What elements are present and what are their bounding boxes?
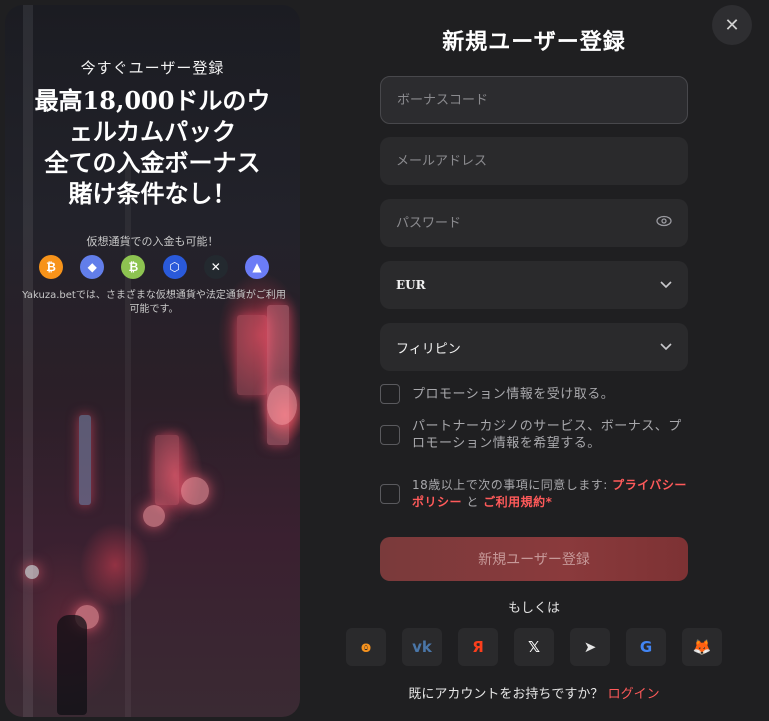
login-link[interactable]: ログイン <box>608 687 660 702</box>
telegram-icon: ➤ <box>583 638 597 656</box>
vk-login-button[interactable]: vk <box>402 628 442 666</box>
terms-agreement[interactable]: 18歳以上で次の事項に同意します: プライバシーポリシー と ご利用規約* <box>380 477 688 511</box>
required-mark: * <box>545 495 553 509</box>
chainlink-icon: ⬡ <box>162 255 187 279</box>
close-icon: ✕ <box>724 14 740 36</box>
terms-of-use-link[interactable]: ご利用規約 <box>483 495 546 509</box>
register-button[interactable]: 新規ユーザー登録 <box>380 537 688 581</box>
terms-checkbox[interactable] <box>380 484 400 504</box>
email-field[interactable] <box>380 137 688 185</box>
xrp-icon: ✕ <box>203 255 228 279</box>
yandex-icon: Я <box>472 638 484 656</box>
terms-and: と <box>462 495 484 509</box>
promo-opt-label: プロモーション情報を受け取る。 <box>412 386 615 402</box>
crypto-note: 仮想通貨での入金も可能！ <box>86 235 219 248</box>
password-input[interactable] <box>396 215 656 231</box>
crypto-icons: ₿ ◆ ₿ ⬡ ✕ ▲ <box>39 255 269 279</box>
form-title: 新規ユーザー登録 <box>442 30 626 55</box>
google-login-button[interactable]: G <box>626 628 666 666</box>
terms-label: 18歳以上で次の事項に同意します: プライバシーポリシー と ご利用規約* <box>412 477 687 511</box>
vk-icon: vk <box>412 638 432 656</box>
bonus-code-field[interactable] <box>380 76 688 124</box>
yandex-login-button[interactable]: Я <box>458 628 498 666</box>
promo-headline-line: ェルカムパック <box>68 117 237 146</box>
chevron-down-icon <box>660 341 672 354</box>
x-login-button[interactable]: 𝕏 <box>514 628 554 666</box>
terms-prefix: 18歳以上で次の事項に同意します: <box>412 478 613 492</box>
currency-select[interactable]: EUR <box>380 261 688 309</box>
ethereum-icon: ◆ <box>80 255 105 279</box>
country-select[interactable]: フィリピン <box>380 323 688 371</box>
x-icon: 𝕏 <box>527 638 541 656</box>
metamask-login-button[interactable]: 🦊 <box>682 628 722 666</box>
login-prompt: 既にアカウントをお持ちですか？ ログイン <box>346 683 722 702</box>
bonus-code-input[interactable] <box>397 92 671 108</box>
registration-modal: 今すぐユーザー登録 最高18,000ドルのウ ェルカムパック 全ての入金ボーナス… <box>0 0 769 721</box>
or-divider: もしくは <box>507 601 560 616</box>
telegram-login-button[interactable]: ➤ <box>570 628 610 666</box>
login-prompt-text: 既にアカウントをお持ちですか？ <box>408 687 608 702</box>
promo-headline-line: 全ての入金ボーナス <box>44 148 261 177</box>
tron-icon: ▲ <box>244 255 269 279</box>
metamask-icon: 🦊 <box>692 638 712 656</box>
eye-icon[interactable] <box>656 215 672 231</box>
partner-opt-label: パートナーカジノのサービス、ボーナス、プロモーション情報を希望する。 <box>412 419 682 451</box>
odnoklassniki-login-button[interactable]: ꙩ <box>346 628 386 666</box>
chevron-down-icon <box>660 279 672 292</box>
fiat-note: Yakuza.betでは、さまざまな仮想通貨や法定通貨がご利用可能です。 <box>22 290 286 315</box>
currency-value: EUR <box>396 278 426 292</box>
close-button[interactable]: ✕ <box>712 5 752 45</box>
social-login-buttons: ꙩ vk Я 𝕏 ➤ G 🦊 <box>346 628 722 666</box>
promo-headline: 最高18,000ドルのウ ェルカムパック 全ての入金ボーナス 賭け条件なし！ <box>5 85 300 209</box>
promo-opt-in[interactable]: プロモーション情報を受け取る。 <box>380 384 688 404</box>
email-input[interactable] <box>396 153 672 169</box>
bitcoin-icon: ₿ <box>39 255 63 279</box>
partner-opt-checkbox[interactable] <box>380 425 400 445</box>
password-field[interactable] <box>380 199 688 247</box>
promo-opt-checkbox[interactable] <box>380 384 400 404</box>
bitcoin-cash-icon: ₿ <box>121 255 146 279</box>
promo-headline-line: 最高18,000ドルのウ <box>34 86 271 115</box>
odnoklassniki-icon: ꙩ <box>360 638 372 656</box>
promo-subtitle: 今すぐユーザー登録 <box>80 59 225 77</box>
country-value: フィリピン <box>396 341 461 357</box>
pedestrian-silhouette <box>57 615 87 715</box>
promo-panel: 今すぐユーザー登録 最高18,000ドルのウ ェルカムパック 全ての入金ボーナス… <box>5 5 300 717</box>
partner-opt-in[interactable]: パートナーカジノのサービス、ボーナス、プロモーション情報を希望する。 <box>380 418 688 452</box>
google-icon: G <box>639 638 653 656</box>
promo-headline-line: 賭け条件なし！ <box>68 179 237 208</box>
